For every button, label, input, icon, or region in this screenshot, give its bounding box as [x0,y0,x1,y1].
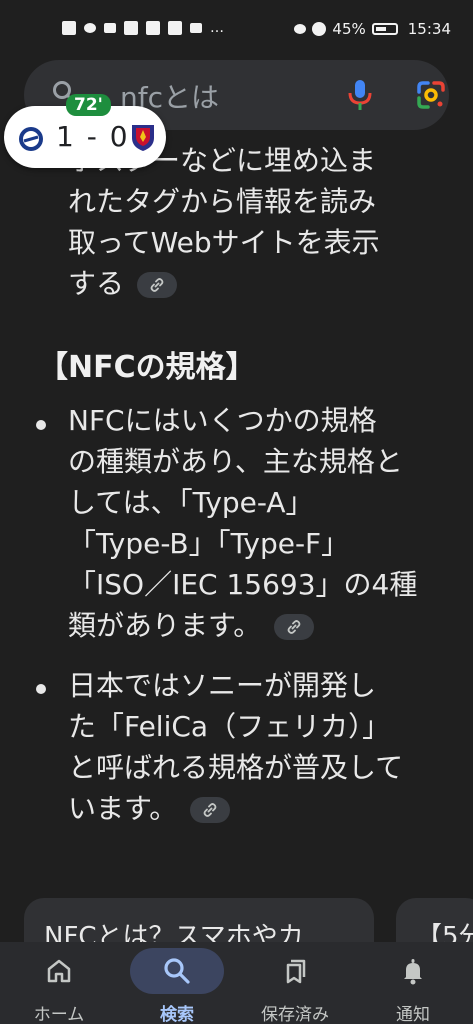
link-icon [287,620,301,634]
text-line: しては、「Type-A」 [68,486,314,519]
section-heading: 【NFCの規格】 [38,350,256,385]
text-line: 「ISO／IEC 15693」の4種 [68,568,418,601]
bookmarks-icon [286,959,306,984]
clock: 15:34 [407,20,451,38]
google-lens-icon[interactable] [416,80,446,110]
nav-home[interactable]: ホーム [0,942,118,1024]
more-notifications-icon: … [210,20,224,36]
text-span: います。 [68,792,178,825]
nav-saved[interactable]: 保存済み [236,942,354,1024]
calendar-icon [124,21,138,35]
text-line: NFCにはいくつかの規格 [68,404,377,437]
link-icon [150,278,164,292]
bell-icon [404,959,422,985]
nav-label: 通知 [396,1005,430,1024]
nav-label: ホーム [33,1005,85,1024]
nav-notifications[interactable]: 通知 [354,942,472,1024]
text-line: と呼ばれる規格が普及して [68,751,404,784]
text-line: 取ってWebサイトを表示 [68,226,380,259]
gallery-icon [168,21,182,35]
alert-icon [62,21,76,35]
status-system-icons: 45% 15:34 [294,20,451,38]
text-line: する [68,263,380,304]
search-results-page: … 45% 15:34 nfcとは ポスターなどに埋め込ま れたタグから情報を読… [0,0,473,1024]
status-bar: … 45% 15:34 [0,0,473,56]
nav-label: 保存済み [261,1005,329,1024]
text-line: います。 [68,788,403,829]
wifi-icon [84,23,96,33]
text-line: れたタグから情報を読み [68,185,377,218]
text-line: 「Type-B」「Type-F」 [68,527,350,560]
match-minute-badge: 72' [66,94,111,116]
voice-search-icon[interactable] [346,78,374,112]
away-team-logo-icon [132,125,154,151]
text-line: の種類があり、主な規格と [68,445,403,478]
source-link-button[interactable] [190,797,231,823]
nav-search[interactable]: 検索 [118,942,236,1024]
text-line: た「FeliCa（フェリカ）」 [68,710,391,743]
bullet-item: 日本ではソニーが開発し た「FeliCa（フェリカ）」 と呼ばれる規格が普及して… [68,665,403,829]
nav-label: 検索 [160,1005,194,1024]
source-link-button[interactable] [136,272,177,298]
home-team-logo-icon [19,127,43,151]
bullet-marker [36,420,46,430]
bullet-marker [36,684,46,694]
eye-icon [294,24,307,34]
text-line: 類があります。 [68,605,417,646]
battery-percent: 45% [332,20,366,38]
cast-icon [104,23,116,33]
source-link-button[interactable] [274,614,315,640]
text-span: 類があります。 [68,609,262,642]
bottom-navigation: ホーム 検索 保存済み 通知 [0,942,473,1024]
text-span: する [68,267,125,300]
search-icon [164,958,190,984]
text-line: 日本ではソニーが開発し [68,669,377,702]
score-result: 1 - 0 [56,120,130,153]
battery-icon [371,23,398,35]
gmail-icon [146,21,160,35]
bullet-item: NFCにはいくつかの規格 の種類があり、主な規格と しては、「Type-A」 「… [68,400,417,646]
live-score-pill[interactable]: 72' 1 - 0 [4,94,166,168]
yahoo-icon [190,23,202,33]
link-icon [203,803,217,817]
status-notification-icons: … [62,20,224,36]
data-saver-icon [312,22,327,36]
home-icon [47,959,71,983]
